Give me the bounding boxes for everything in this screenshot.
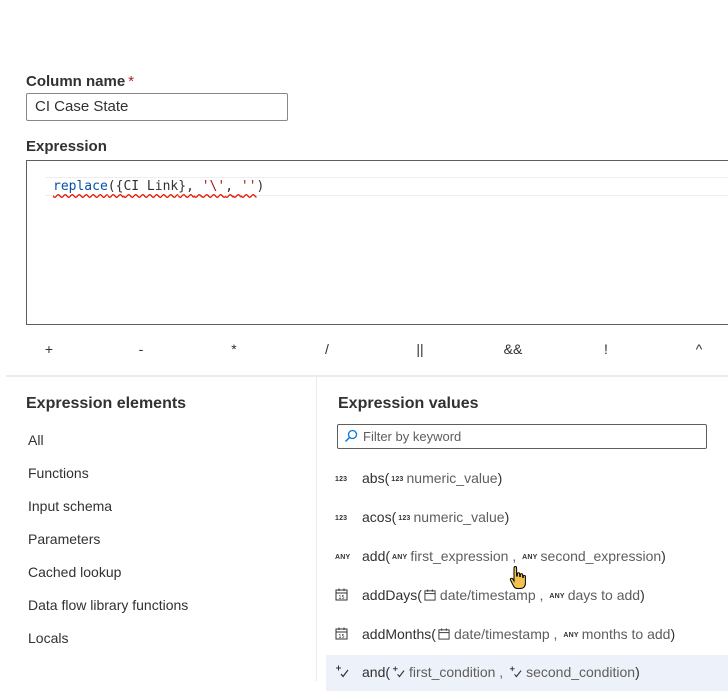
calendar-icon: 15 bbox=[335, 627, 353, 641]
operator-multiply-button[interactable]: * bbox=[219, 338, 249, 360]
code-string-arg2: '' bbox=[240, 179, 257, 194]
element-item-data-flow-library-functions[interactable]: Data flow library functions bbox=[28, 597, 188, 613]
calendar-icon bbox=[424, 588, 436, 604]
numeric-type-icon: 123 bbox=[335, 515, 348, 523]
operator-plus-button[interactable]: + bbox=[34, 338, 64, 360]
code-comma: , bbox=[225, 179, 234, 194]
boolean-icon bbox=[392, 665, 405, 681]
calendar-icon: 15 bbox=[335, 588, 353, 602]
operator-not-button[interactable]: ! bbox=[591, 338, 621, 360]
element-item-all[interactable]: All bbox=[28, 432, 44, 448]
svg-text:15: 15 bbox=[338, 634, 344, 640]
hand-cursor-icon bbox=[509, 565, 527, 595]
function-signature: add(ANY first_expression , ANY second_expr… bbox=[362, 548, 666, 564]
function-signature: addDays(date/timestamp , ANY days to add) bbox=[362, 587, 645, 604]
function-signature: acos(123 numeric_value) bbox=[362, 509, 510, 525]
function-item-acos[interactable]: 123 acos(123 numeric_value) bbox=[326, 500, 728, 536]
any-type-icon: ANY bbox=[335, 554, 351, 562]
code-field-token: CI Link bbox=[123, 179, 179, 194]
code-string-arg1: '\' bbox=[201, 179, 226, 194]
expression-code[interactable]: replace({CI Link}, '\', '') bbox=[53, 178, 264, 195]
operator-toolbar: + - * / || && ! ^ bbox=[0, 338, 728, 360]
code-open-token: ({ bbox=[107, 179, 124, 194]
any-type-icon: ANY bbox=[563, 631, 579, 639]
panel-splitter[interactable] bbox=[316, 377, 317, 681]
svg-text:15: 15 bbox=[338, 595, 344, 601]
horizontal-divider bbox=[6, 375, 728, 377]
boolean-icon bbox=[335, 665, 353, 679]
any-type-icon: ANY bbox=[549, 592, 565, 600]
expression-editor[interactable]: replace({CI Link}, '\', '') bbox=[26, 160, 728, 325]
operator-power-button[interactable]: ^ bbox=[684, 338, 714, 360]
element-item-parameters[interactable]: Parameters bbox=[28, 531, 100, 547]
filter-input[interactable]: Filter by keyword bbox=[337, 424, 707, 449]
numeric-type-icon: 123 bbox=[391, 475, 404, 483]
code-close-token: }, bbox=[178, 179, 194, 194]
any-type-icon: ANY bbox=[522, 553, 538, 561]
column-name-input[interactable]: CI Case State bbox=[26, 93, 288, 121]
any-type-icon: ANY bbox=[392, 553, 408, 561]
filter-placeholder: Filter by keyword bbox=[363, 429, 462, 444]
function-signature: abs(123 numeric_value) bbox=[362, 470, 503, 486]
required-indicator: * bbox=[128, 73, 135, 90]
column-name-label: Column name * bbox=[26, 73, 135, 90]
operator-and-button[interactable]: && bbox=[498, 338, 528, 360]
calendar-icon bbox=[438, 627, 450, 643]
operator-divide-button[interactable]: / bbox=[312, 338, 342, 360]
element-item-functions[interactable]: Functions bbox=[28, 465, 89, 481]
function-item-addmonths[interactable]: 15 addMonths(date/timestamp , ANY months … bbox=[326, 617, 728, 653]
search-icon bbox=[344, 429, 358, 448]
function-signature: and(first_condition , second_condition) bbox=[362, 664, 640, 681]
function-item-adddays[interactable]: 15 addDays(date/timestamp , ANY days to a… bbox=[326, 578, 728, 614]
operator-or-button[interactable]: || bbox=[405, 338, 435, 360]
element-item-input-schema[interactable]: Input schema bbox=[28, 498, 112, 514]
expression-label: Expression bbox=[26, 138, 107, 155]
boolean-icon bbox=[509, 665, 522, 681]
element-item-cached-lookup[interactable]: Cached lookup bbox=[28, 564, 121, 580]
operator-minus-button[interactable]: - bbox=[126, 338, 156, 360]
function-signature: addMonths(date/timestamp , ANY months to … bbox=[362, 626, 676, 643]
code-function-token: replace bbox=[53, 179, 108, 194]
expression-elements-title: Expression elements bbox=[26, 395, 187, 412]
code-end-token: ) bbox=[256, 179, 265, 194]
expression-values-title: Expression values bbox=[338, 395, 479, 412]
numeric-type-icon: 123 bbox=[335, 476, 348, 484]
function-item-abs[interactable]: 123 abs(123 numeric_value) bbox=[326, 461, 728, 497]
function-item-and[interactable]: and(first_condition , second_condition) bbox=[326, 655, 728, 691]
numeric-type-icon: 123 bbox=[398, 514, 411, 522]
element-item-locals[interactable]: Locals bbox=[28, 630, 68, 646]
function-item-add[interactable]: ANY add(ANY first_expression , ANY second_… bbox=[326, 539, 728, 575]
